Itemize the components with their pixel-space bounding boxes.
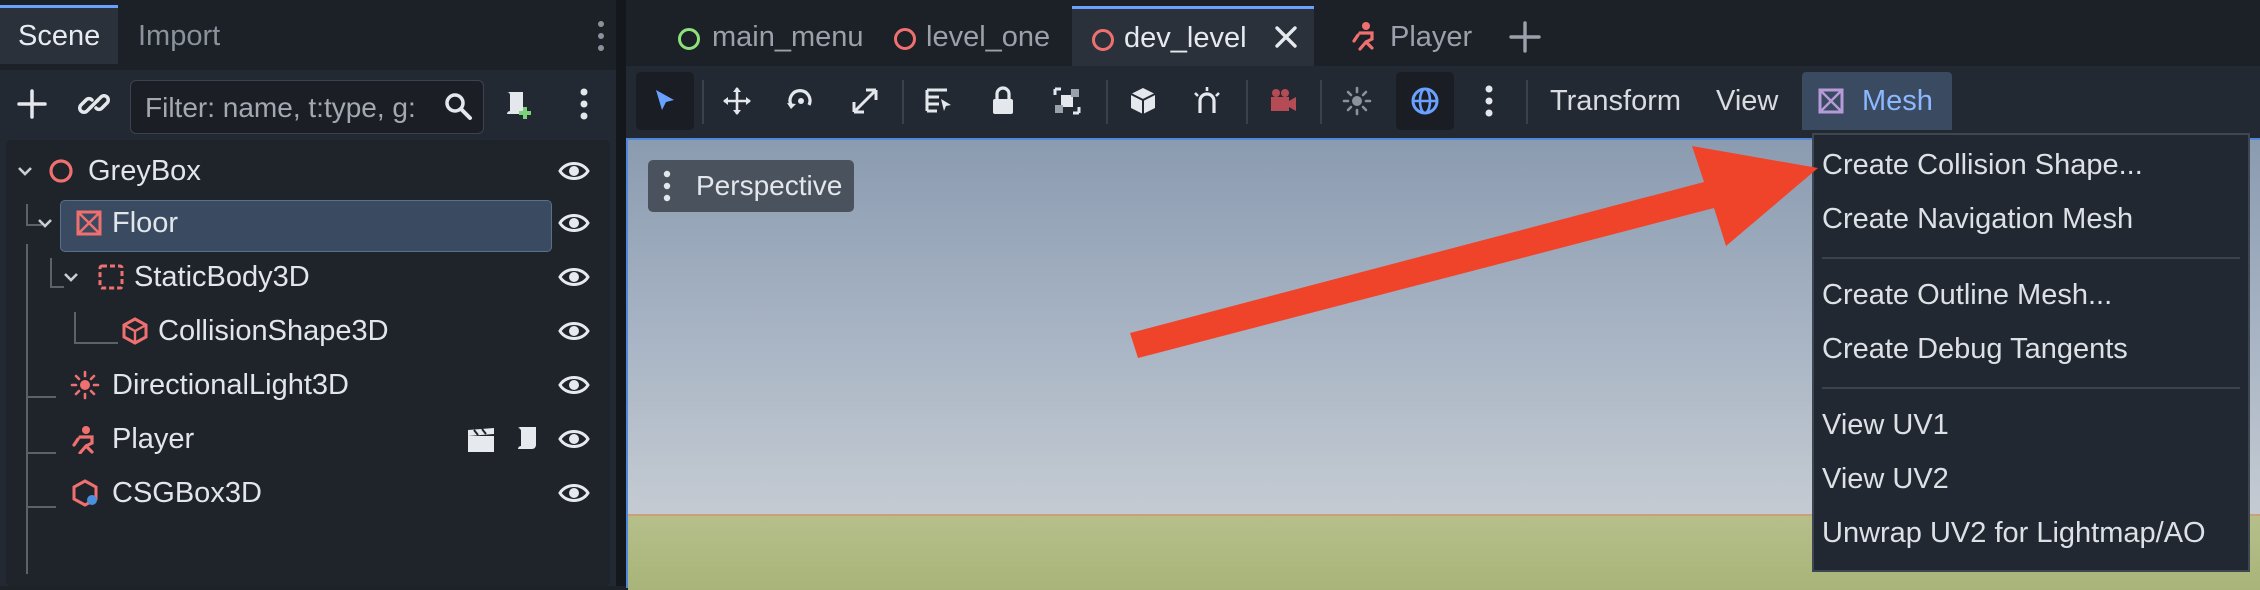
tree-label-staticbody3d: StaticBody3D <box>134 261 310 293</box>
environment-preview-icon[interactable] <box>1396 72 1454 130</box>
open-scene-clapper-icon[interactable] <box>466 426 496 454</box>
filter-input[interactable] <box>143 81 437 135</box>
tree-label-csgbox3d: CSGBox3D <box>112 477 262 509</box>
menu-item-view-uv1[interactable]: View UV1 <box>1822 399 2240 451</box>
tree-row-floor[interactable]: Floor <box>6 196 610 252</box>
chevron-down-icon[interactable] <box>62 268 80 286</box>
visibility-eye-icon[interactable] <box>558 426 590 452</box>
local-space-icon[interactable] <box>1114 72 1172 130</box>
scene-toolbar <box>0 70 616 138</box>
preview-options-icon[interactable] <box>1460 72 1518 130</box>
dock-tab-bar: Scene Import <box>0 0 616 70</box>
search-icon <box>443 91 473 121</box>
scene-tab-label: level_one <box>926 21 1051 53</box>
select-mode-icon[interactable] <box>636 72 694 130</box>
viewport-menu-icon <box>662 168 672 204</box>
scene-tab-main-menu[interactable]: main_menu <box>650 8 870 66</box>
tree-row-staticbody3d[interactable]: StaticBody3D <box>6 250 610 304</box>
visibility-eye-icon[interactable] <box>558 318 590 344</box>
menu-item-view-uv2[interactable]: View UV2 <box>1822 453 2240 505</box>
visibility-eye-icon[interactable] <box>558 158 590 184</box>
tree-label-greybox: GreyBox <box>88 155 201 187</box>
tab-scene[interactable]: Scene <box>0 5 119 64</box>
collision-shape-icon <box>120 316 150 346</box>
menu-item-create-outline-mesh[interactable]: Create Outline Mesh... <box>1822 269 2240 321</box>
lock-icon[interactable] <box>974 72 1032 130</box>
menu-separator <box>1822 387 2240 389</box>
tree-label-player: Player <box>112 423 195 455</box>
static-body-icon <box>96 262 126 292</box>
scene-tab-dev-level[interactable]: dev_level <box>1072 6 1314 67</box>
dock-splitter[interactable] <box>616 0 626 586</box>
attach-script-icon[interactable] <box>496 82 540 126</box>
dock-menu-icon[interactable] <box>594 16 608 56</box>
scene-tab-bar: main_menu level_one dev_level Player <box>626 0 2260 72</box>
mesh-instance-icon <box>1816 86 1846 116</box>
menu-view[interactable]: View <box>1716 72 1778 130</box>
move-mode-icon[interactable] <box>708 72 766 130</box>
scene-status-icon <box>894 28 916 50</box>
visibility-eye-icon[interactable] <box>558 210 590 236</box>
tab-import[interactable]: Import <box>120 8 238 64</box>
list-select-icon[interactable] <box>910 72 968 130</box>
scene-tab-label: dev_level <box>1124 22 1247 54</box>
tree-row-collisionshape3d[interactable]: CollisionShape3D <box>6 304 610 358</box>
script-icon[interactable] <box>512 424 540 454</box>
sun-preview-icon[interactable] <box>1328 72 1386 130</box>
scene-status-icon <box>1092 29 1114 51</box>
chevron-down-icon[interactable] <box>16 162 34 180</box>
filter-box[interactable] <box>130 80 484 135</box>
menu-item-create-collision-shape[interactable]: Create Collision Shape... <box>1822 139 2240 191</box>
scene-tab-level-one[interactable]: level_one <box>874 8 1094 66</box>
group-icon[interactable] <box>1038 72 1096 130</box>
perspective-menu-button[interactable]: Perspective <box>648 160 854 212</box>
player-scene-icon <box>70 424 100 454</box>
scene-tree: GreyBox Floor StaticBody3D CollisionShap… <box>6 140 610 586</box>
snap-icon[interactable] <box>1178 72 1236 130</box>
chevron-down-icon[interactable] <box>36 214 54 232</box>
csg-box-icon <box>70 478 100 508</box>
tree-row-greybox[interactable]: GreyBox <box>6 144 610 198</box>
tree-row-player[interactable]: Player <box>6 412 610 466</box>
scale-mode-icon[interactable] <box>836 72 894 130</box>
tree-label-collisionshape3d: CollisionShape3D <box>158 315 389 347</box>
menu-separator <box>1822 257 2240 259</box>
add-scene-tab-icon[interactable] <box>1508 20 1542 54</box>
mesh-instance-icon <box>74 208 104 238</box>
more-options-icon[interactable] <box>562 82 606 126</box>
scene-tab-player[interactable]: Player <box>1350 8 1510 66</box>
menu-item-unwrap-uv2[interactable]: Unwrap UV2 for Lightmap/AO <box>1822 507 2240 559</box>
tree-label-directionallight3d: DirectionalLight3D <box>112 369 349 401</box>
light-icon <box>70 370 100 400</box>
player-scene-icon <box>1350 20 1380 52</box>
menu-item-create-navigation-mesh[interactable]: Create Navigation Mesh <box>1822 193 2240 245</box>
menu-transform[interactable]: Transform <box>1550 72 1681 130</box>
scene-status-icon <box>678 28 700 50</box>
tree-row-directionallight3d[interactable]: DirectionalLight3D <box>6 358 610 412</box>
tree-row-csgbox3d[interactable]: CSGBox3D <box>6 466 610 520</box>
visibility-eye-icon[interactable] <box>558 264 590 290</box>
visibility-eye-icon[interactable] <box>558 372 590 398</box>
node3d-icon <box>46 156 76 186</box>
instance-scene-link-icon[interactable] <box>72 82 116 126</box>
scene-tab-label: main_menu <box>712 21 864 53</box>
camera-preview-icon[interactable] <box>1254 72 1312 130</box>
rotate-mode-icon[interactable] <box>772 72 830 130</box>
visibility-eye-icon[interactable] <box>558 480 590 506</box>
mesh-dropdown-menu: Create Collision Shape... Create Navigat… <box>1812 133 2250 572</box>
scene-tab-label: Player <box>1390 21 1473 53</box>
scene-dock: Scene Import Filter: name, t:type, g: Gr… <box>0 0 616 586</box>
tree-label-floor: Floor <box>112 207 179 239</box>
viewport-toolbar: Transform View Mesh <box>626 66 2260 138</box>
menu-mesh-label: Mesh <box>1862 85 1933 117</box>
menu-mesh[interactable]: Mesh <box>1802 72 1952 130</box>
add-node-icon[interactable] <box>10 82 54 126</box>
perspective-label: Perspective <box>696 170 843 201</box>
menu-item-create-debug-tangents[interactable]: Create Debug Tangents <box>1822 323 2240 375</box>
close-tab-icon[interactable] <box>1272 23 1300 51</box>
